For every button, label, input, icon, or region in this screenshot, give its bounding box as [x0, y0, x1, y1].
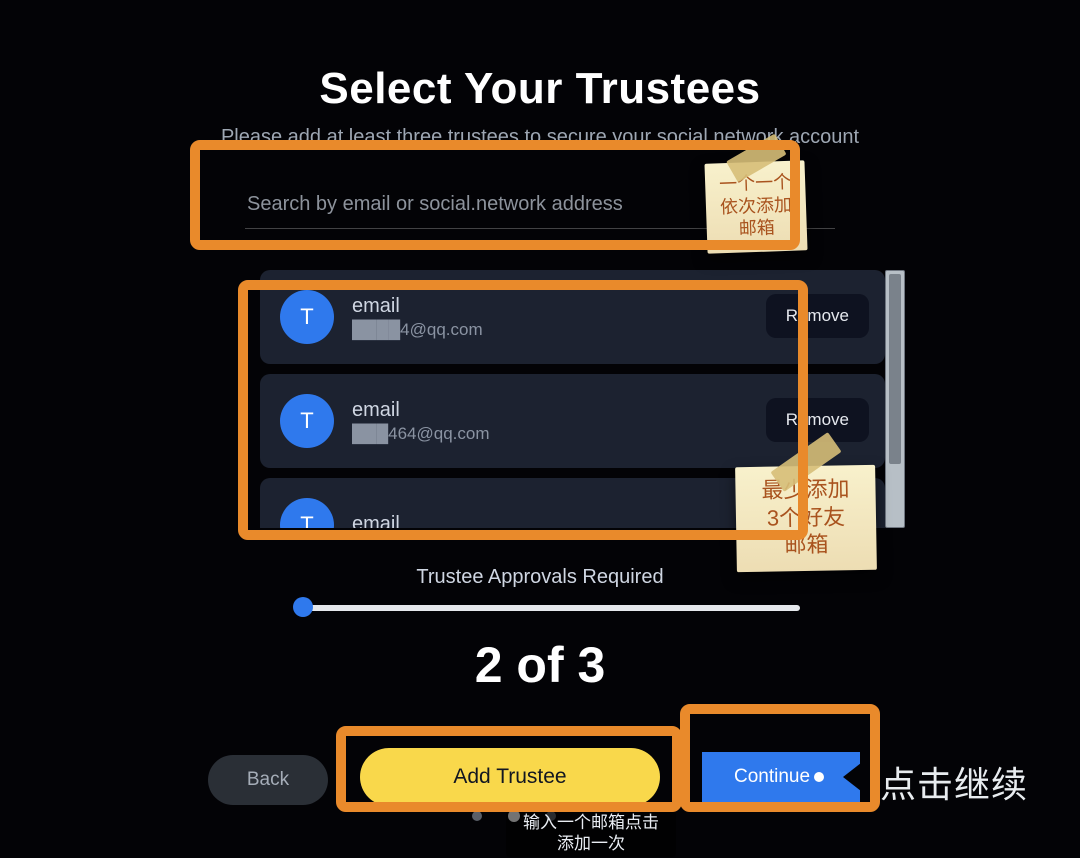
slider-thumb[interactable] [293, 597, 313, 617]
page-title: Select Your Trustees [0, 64, 1080, 114]
slider-track [300, 605, 800, 611]
annotation-continue-label: 点击继续 [880, 756, 1028, 808]
avatar: T [280, 290, 334, 344]
continue-button-label: Continue [734, 766, 810, 788]
avatar: T [280, 498, 334, 528]
scrollbar[interactable] [885, 270, 905, 528]
add-trustee-button[interactable]: Add Trustee [360, 748, 660, 806]
avatar: T [280, 394, 334, 448]
trustee-row: T email ███464@qq.com Remove [260, 374, 885, 468]
remove-trustee-button[interactable]: Remove [766, 398, 869, 442]
approvals-required-label: Trustee Approvals Required [0, 566, 1080, 589]
continue-arrow-notch-icon [843, 763, 861, 791]
pager-dot [472, 811, 482, 821]
page-subtitle: Please add at least three trustees to se… [0, 126, 1080, 149]
trustee-type-label: email [352, 295, 483, 318]
continue-dot-icon [814, 772, 824, 782]
back-button[interactable]: Back [208, 755, 328, 805]
approvals-slider[interactable] [300, 598, 800, 616]
annotation-sticky-list: 最少添加3个好友邮箱 [735, 465, 877, 572]
trustee-type-label: email [352, 399, 490, 422]
trustee-email: ████4@qq.com [352, 320, 483, 340]
remove-trustee-button[interactable]: Remove [766, 294, 869, 338]
trustee-row: T email ████4@qq.com Remove [260, 270, 885, 364]
continue-button[interactable]: Continue [702, 752, 860, 802]
trustee-email: ███464@qq.com [352, 424, 490, 444]
approvals-ratio: 2 of 3 [0, 636, 1080, 694]
trustee-type-label: email [352, 513, 400, 529]
annotation-add-tip: 输入一个邮箱点击添加一次 [506, 810, 676, 857]
scrollbar-thumb[interactable] [889, 274, 901, 464]
annotation-sticky-search: 一个一个依次添加邮箱 [704, 160, 807, 253]
